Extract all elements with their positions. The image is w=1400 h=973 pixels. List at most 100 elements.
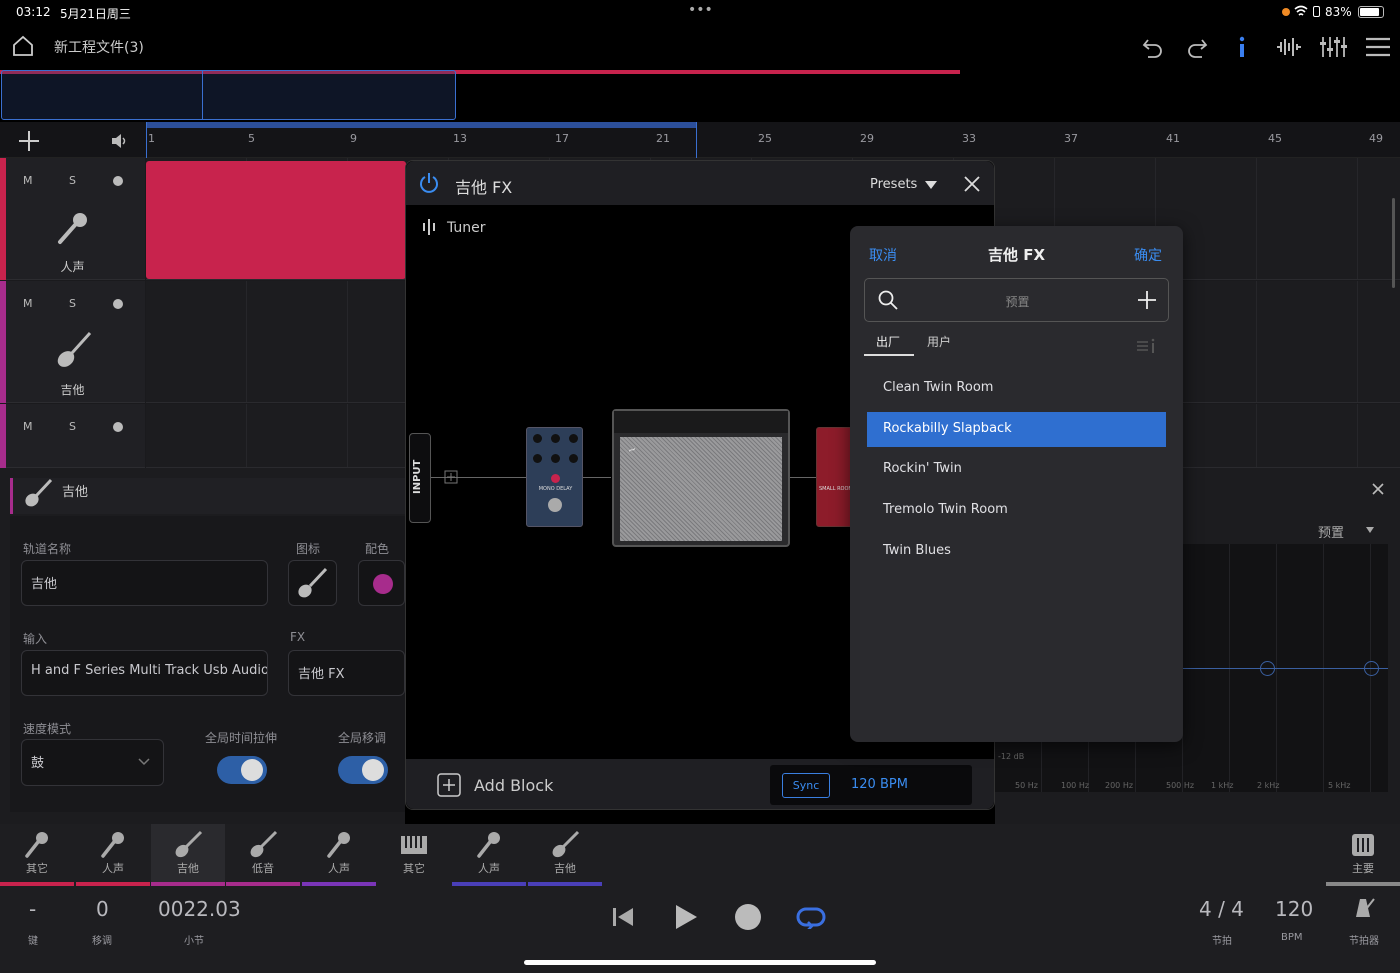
track-header-guitar[interactable]: M S 吉他 [0, 281, 145, 403]
add-icon[interactable] [1137, 290, 1157, 310]
waveform-icon[interactable] [1276, 36, 1302, 58]
track-header-3[interactable]: M S [0, 404, 145, 468]
project-title[interactable]: 新工程文件(3) [54, 37, 144, 57]
preset-item[interactable]: Rockin' Twin [867, 452, 1166, 487]
preset-item[interactable]: Twin Blues [867, 534, 1166, 569]
home-icon[interactable] [11, 34, 35, 58]
undo-icon[interactable] [1142, 36, 1164, 58]
arrangement-overview[interactable] [0, 68, 1400, 122]
preset-item[interactable]: Tremolo Twin Room [867, 493, 1166, 528]
preset-item-selected[interactable]: Rockabilly Slapback [867, 412, 1166, 447]
track-tab[interactable]: 其它 [377, 824, 451, 886]
pedal-knob[interactable] [533, 434, 542, 443]
master-tab[interactable]: 主要 [1326, 824, 1400, 886]
menu-icon[interactable] [1365, 37, 1391, 57]
play-icon[interactable] [674, 904, 698, 930]
preset-item[interactable]: Clean Twin Room [867, 371, 1166, 406]
tuner-button[interactable]: Tuner [447, 220, 486, 236]
track-tab[interactable]: 低音 [226, 824, 300, 886]
rewind-to-start-icon[interactable] [612, 906, 634, 928]
track-tab[interactable]: 人声 [452, 824, 526, 886]
input-select[interactable]: H and F Series Multi Track Usb Audio 2 [21, 650, 268, 696]
pedal-label: SMALL ROOM [819, 486, 853, 492]
eq-preset-label[interactable]: 预置 [1318, 522, 1344, 541]
speaker-icon[interactable] [110, 132, 128, 150]
insert-block-icon[interactable] [444, 470, 458, 484]
home-indicator[interactable] [524, 960, 876, 965]
metronome-icon[interactable] [1350, 895, 1376, 919]
amp-block[interactable]: ~ [612, 409, 790, 547]
eq-band-handle[interactable] [1364, 661, 1379, 676]
record-arm-button[interactable] [113, 176, 123, 186]
track-color-picker[interactable] [358, 560, 405, 606]
mute-button[interactable]: M [23, 174, 33, 187]
overview-viewport[interactable] [1, 70, 456, 120]
transpose-value[interactable]: 0 [96, 897, 109, 921]
fx-bpm[interactable]: 120 BPM [851, 777, 908, 792]
pedal-knob[interactable] [551, 434, 560, 443]
mute-button[interactable]: M [23, 297, 33, 310]
caret-down-icon[interactable] [1365, 526, 1375, 534]
mute-button[interactable]: M [23, 420, 33, 433]
tab-factory[interactable]: 出厂 [876, 333, 900, 350]
tempo-value[interactable]: 120 [1275, 897, 1313, 921]
track-header-vocal[interactable]: M S 人声 [0, 158, 145, 280]
loop-icon[interactable] [795, 905, 827, 929]
position-label: 小节 [184, 936, 204, 947]
track-tab[interactable]: 吉他 [528, 824, 602, 886]
tuner-icon[interactable] [422, 218, 440, 236]
fx-select[interactable]: 吉他 FX [288, 650, 405, 696]
solo-button[interactable]: S [69, 174, 76, 187]
eq-freq-label: 1 kHz [1211, 781, 1234, 790]
pedal-knob[interactable] [569, 434, 578, 443]
input-block[interactable]: INPUT [409, 433, 431, 523]
presets-button[interactable]: Presets [870, 177, 917, 192]
close-icon[interactable] [1371, 482, 1385, 496]
list-info-icon[interactable] [1136, 338, 1158, 354]
eq-band-handle[interactable] [1260, 661, 1275, 676]
add-track-icon[interactable] [18, 130, 40, 152]
record-icon[interactable] [734, 903, 762, 931]
sync-button[interactable]: Sync [782, 773, 830, 798]
close-icon[interactable] [964, 176, 980, 192]
add-block-icon[interactable] [437, 773, 461, 797]
preset-search-input[interactable]: 预置 [864, 278, 1169, 322]
track-tab[interactable]: 其它 [0, 824, 74, 886]
caret-down-icon[interactable] [925, 180, 937, 190]
tab-user[interactable]: 用户 [927, 333, 951, 350]
position-value[interactable]: 0022.03 [158, 897, 241, 921]
master-tab-label: 主要 [1352, 862, 1374, 875]
pedal-footswitch[interactable] [548, 498, 562, 512]
fx-window-title: 吉他 FX [455, 178, 513, 197]
key-value[interactable]: - [29, 897, 36, 921]
solo-button[interactable]: S [69, 420, 76, 433]
ruler-tick: 25 [758, 132, 772, 145]
track-name-field[interactable]: 吉他 [21, 560, 268, 606]
redo-icon[interactable] [1186, 36, 1208, 58]
mixer-icon[interactable] [1319, 35, 1347, 59]
pedal-knob[interactable] [551, 454, 560, 463]
record-arm-button[interactable] [113, 299, 123, 309]
add-block-button[interactable]: Add Block [474, 776, 553, 795]
timeline-ruler[interactable]: 1 5 9 13 17 21 25 29 33 37 41 45 49 [0, 122, 1400, 158]
track-tab[interactable]: 人声 [76, 824, 150, 886]
time-stretch-toggle[interactable] [217, 756, 267, 784]
power-icon[interactable] [418, 172, 440, 194]
time-signature-value[interactable]: 4 / 4 [1199, 897, 1244, 921]
multitask-dots[interactable]: ••• [688, 2, 713, 18]
vertical-scrollbar[interactable] [1392, 198, 1395, 288]
transpose-toggle[interactable] [338, 756, 388, 784]
pedal-knob[interactable] [533, 454, 542, 463]
mono-delay-pedal[interactable]: MONO DELAY [526, 427, 583, 527]
record-arm-button[interactable] [113, 422, 123, 432]
small-room-pedal[interactable]: SMALL ROOM [816, 427, 853, 527]
pedal-led [551, 474, 560, 483]
pedal-knob[interactable] [569, 454, 578, 463]
audio-region[interactable] [146, 161, 406, 279]
info-icon[interactable] [1236, 35, 1248, 59]
confirm-button[interactable]: 确定 [1134, 245, 1162, 265]
solo-button[interactable]: S [69, 297, 76, 310]
track-tab[interactable]: 人声 [302, 824, 376, 886]
track-tab-selected[interactable]: 吉他 [151, 824, 225, 886]
track-icon-picker[interactable] [288, 560, 337, 606]
